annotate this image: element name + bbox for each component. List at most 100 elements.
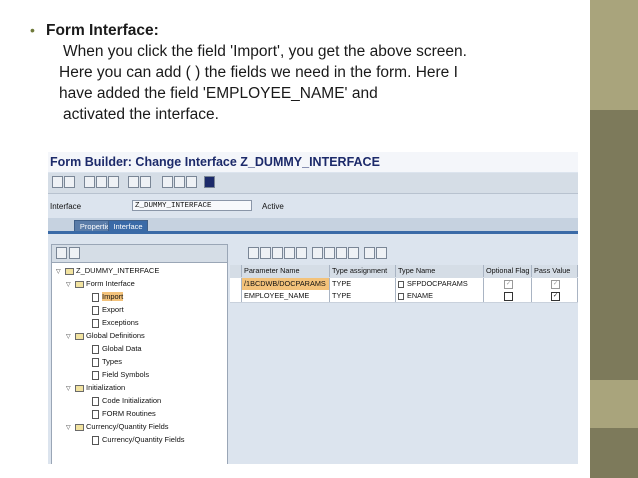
delete-row-icon[interactable] — [248, 247, 259, 259]
paste-icon[interactable] — [284, 247, 295, 259]
document-icon — [92, 370, 99, 380]
column-header[interactable]: Parameter Name — [242, 265, 330, 277]
expand-node-icon[interactable]: ▽ — [66, 279, 75, 291]
cut-icon[interactable] — [272, 247, 283, 259]
table-row[interactable]: EMPLOYEE_NAME TYPE ENAME ✓ — [230, 290, 578, 303]
folder-icon — [75, 423, 84, 431]
tree-item-label: FORM Routines — [102, 409, 156, 418]
deselect-icon[interactable] — [348, 247, 359, 259]
slide-side-band — [590, 0, 638, 478]
optional-flag-checkbox-cell[interactable]: ✓ — [484, 278, 532, 290]
tree-item-label: Code Initialization — [102, 396, 162, 405]
document-icon — [92, 357, 99, 367]
tree-item-label: Currency/Quantity Fields — [86, 422, 169, 431]
info-icon[interactable] — [204, 176, 215, 188]
select-all-icon[interactable] — [336, 247, 347, 259]
document-icon — [92, 292, 99, 302]
application-toolbar — [48, 173, 578, 194]
tree-item-label: Global Data — [102, 344, 142, 353]
type-name-text: SFPDOCPARAMS — [407, 279, 468, 288]
tree-item[interactable]: Currency/Quantity Fields — [92, 434, 185, 446]
folder-icon — [75, 332, 84, 340]
undo-icon[interactable] — [296, 247, 307, 259]
copy-icon[interactable] — [260, 247, 271, 259]
layout-icon[interactable] — [174, 176, 185, 188]
tree-item-label: Export — [102, 305, 124, 314]
display-change-icon[interactable] — [84, 176, 95, 188]
document-icon — [92, 344, 99, 354]
parameter-name-cell[interactable]: /1BCDWB/DOCPARAMS — [242, 278, 330, 290]
tree-item[interactable]: Global Data — [92, 343, 142, 355]
tree-item[interactable]: ▽ Global Definitions — [66, 330, 145, 342]
pass-value-checkbox[interactable]: ✓ — [551, 279, 560, 289]
tree-item[interactable]: Exceptions — [92, 317, 139, 329]
pass-value-checkbox-cell[interactable]: ✓ — [532, 290, 578, 302]
optional-flag-checkbox[interactable] — [504, 291, 513, 301]
row-selector[interactable] — [230, 290, 242, 302]
optional-flag-checkbox[interactable]: ✓ — [504, 279, 513, 289]
tree-item[interactable]: Code Initialization — [92, 395, 161, 407]
interface-status: Active — [262, 202, 284, 211]
tree-item[interactable]: Import — [92, 291, 124, 303]
append-row-icon[interactable] — [324, 247, 335, 259]
interface-row: Interface Z_DUMMY_INTERFACE Active — [48, 200, 578, 218]
select-all-rows-icon[interactable] — [230, 265, 242, 277]
band-accent-top — [590, 0, 638, 110]
collapse-icon[interactable] — [69, 247, 80, 259]
window-title: Form Builder: Change Interface Z_DUMMY_I… — [48, 152, 578, 172]
interface-name-field[interactable]: Z_DUMMY_INTERFACE — [132, 200, 252, 211]
insert-row-icon[interactable] — [312, 247, 323, 259]
expand-node-icon[interactable]: ▽ — [56, 266, 65, 278]
row-selector[interactable] — [230, 278, 242, 290]
parameter-name-cell[interactable]: EMPLOYEE_NAME — [242, 290, 330, 302]
column-header[interactable]: Type Name — [396, 265, 484, 277]
tree-item[interactable]: Field Symbols — [92, 369, 149, 381]
slide-line: Here you can add ( ) the fields we need … — [59, 64, 458, 81]
tree-item[interactable]: ▽ Z_DUMMY_INTERFACE — [56, 265, 159, 277]
expand-node-icon[interactable]: ▽ — [66, 422, 75, 434]
check-icon[interactable] — [96, 176, 107, 188]
hierarchy-icon[interactable] — [162, 176, 173, 188]
column-header[interactable]: Type assignment — [330, 265, 396, 277]
tree-item[interactable]: ▽ Form Interface — [66, 278, 135, 290]
slide-text-block: • Form Interface: When you click the fie… — [30, 20, 586, 125]
activate-icon[interactable] — [108, 176, 119, 188]
print-preview-icon[interactable] — [186, 176, 197, 188]
slide-heading: Form Interface: — [46, 22, 159, 39]
expand-icon[interactable] — [56, 247, 67, 259]
pass-value-checkbox[interactable]: ✓ — [551, 291, 560, 301]
expand-node-icon[interactable]: ▽ — [66, 331, 75, 343]
tree-item[interactable]: Export — [92, 304, 124, 316]
type-assignment-cell[interactable]: TYPE — [330, 278, 396, 290]
pass-value-checkbox-cell[interactable]: ✓ — [532, 278, 578, 290]
tree-item-label: Field Symbols — [102, 370, 150, 379]
type-assignment-cell[interactable]: TYPE — [330, 290, 396, 302]
optional-flag-checkbox-cell[interactable] — [484, 290, 532, 302]
folder-icon — [75, 280, 84, 288]
type-name-icon — [398, 280, 404, 288]
tree-item[interactable]: Types — [92, 356, 122, 368]
tree-toolbar — [52, 245, 227, 263]
grid-header: Parameter Name Type assignment Type Name… — [230, 265, 578, 278]
tree-item-label: Z_DUMMY_INTERFACE — [76, 266, 160, 275]
column-header[interactable]: Pass Value — [532, 265, 578, 277]
forward-icon[interactable] — [64, 176, 75, 188]
expand-node-icon[interactable]: ▽ — [66, 383, 75, 395]
folder-icon — [65, 267, 74, 275]
tree-item-label: Initialization — [86, 383, 126, 392]
find-icon[interactable] — [364, 247, 375, 259]
details-icon[interactable] — [376, 247, 387, 259]
tree-item[interactable]: ▽ Initialization — [66, 382, 125, 394]
slide-paragraph: When you click the field 'Import', you g… — [46, 41, 586, 125]
tree-item[interactable]: ▽ Currency/Quantity Fields — [66, 421, 169, 433]
type-name-cell[interactable]: SFPDOCPARAMS — [396, 278, 484, 290]
slide-line: When you click the field 'Import', you g… — [63, 43, 467, 60]
back-icon[interactable] — [52, 176, 63, 188]
where-used-icon[interactable] — [140, 176, 151, 188]
other-object-icon[interactable] — [128, 176, 139, 188]
parameter-grid-panel: Parameter Name Type assignment Type Name… — [230, 244, 578, 464]
column-header[interactable]: Optional Flag — [484, 265, 532, 277]
type-name-cell[interactable]: ENAME — [396, 290, 484, 302]
tree-item[interactable]: FORM Routines — [92, 408, 156, 420]
tab-strip: Properties Interface — [48, 218, 578, 232]
